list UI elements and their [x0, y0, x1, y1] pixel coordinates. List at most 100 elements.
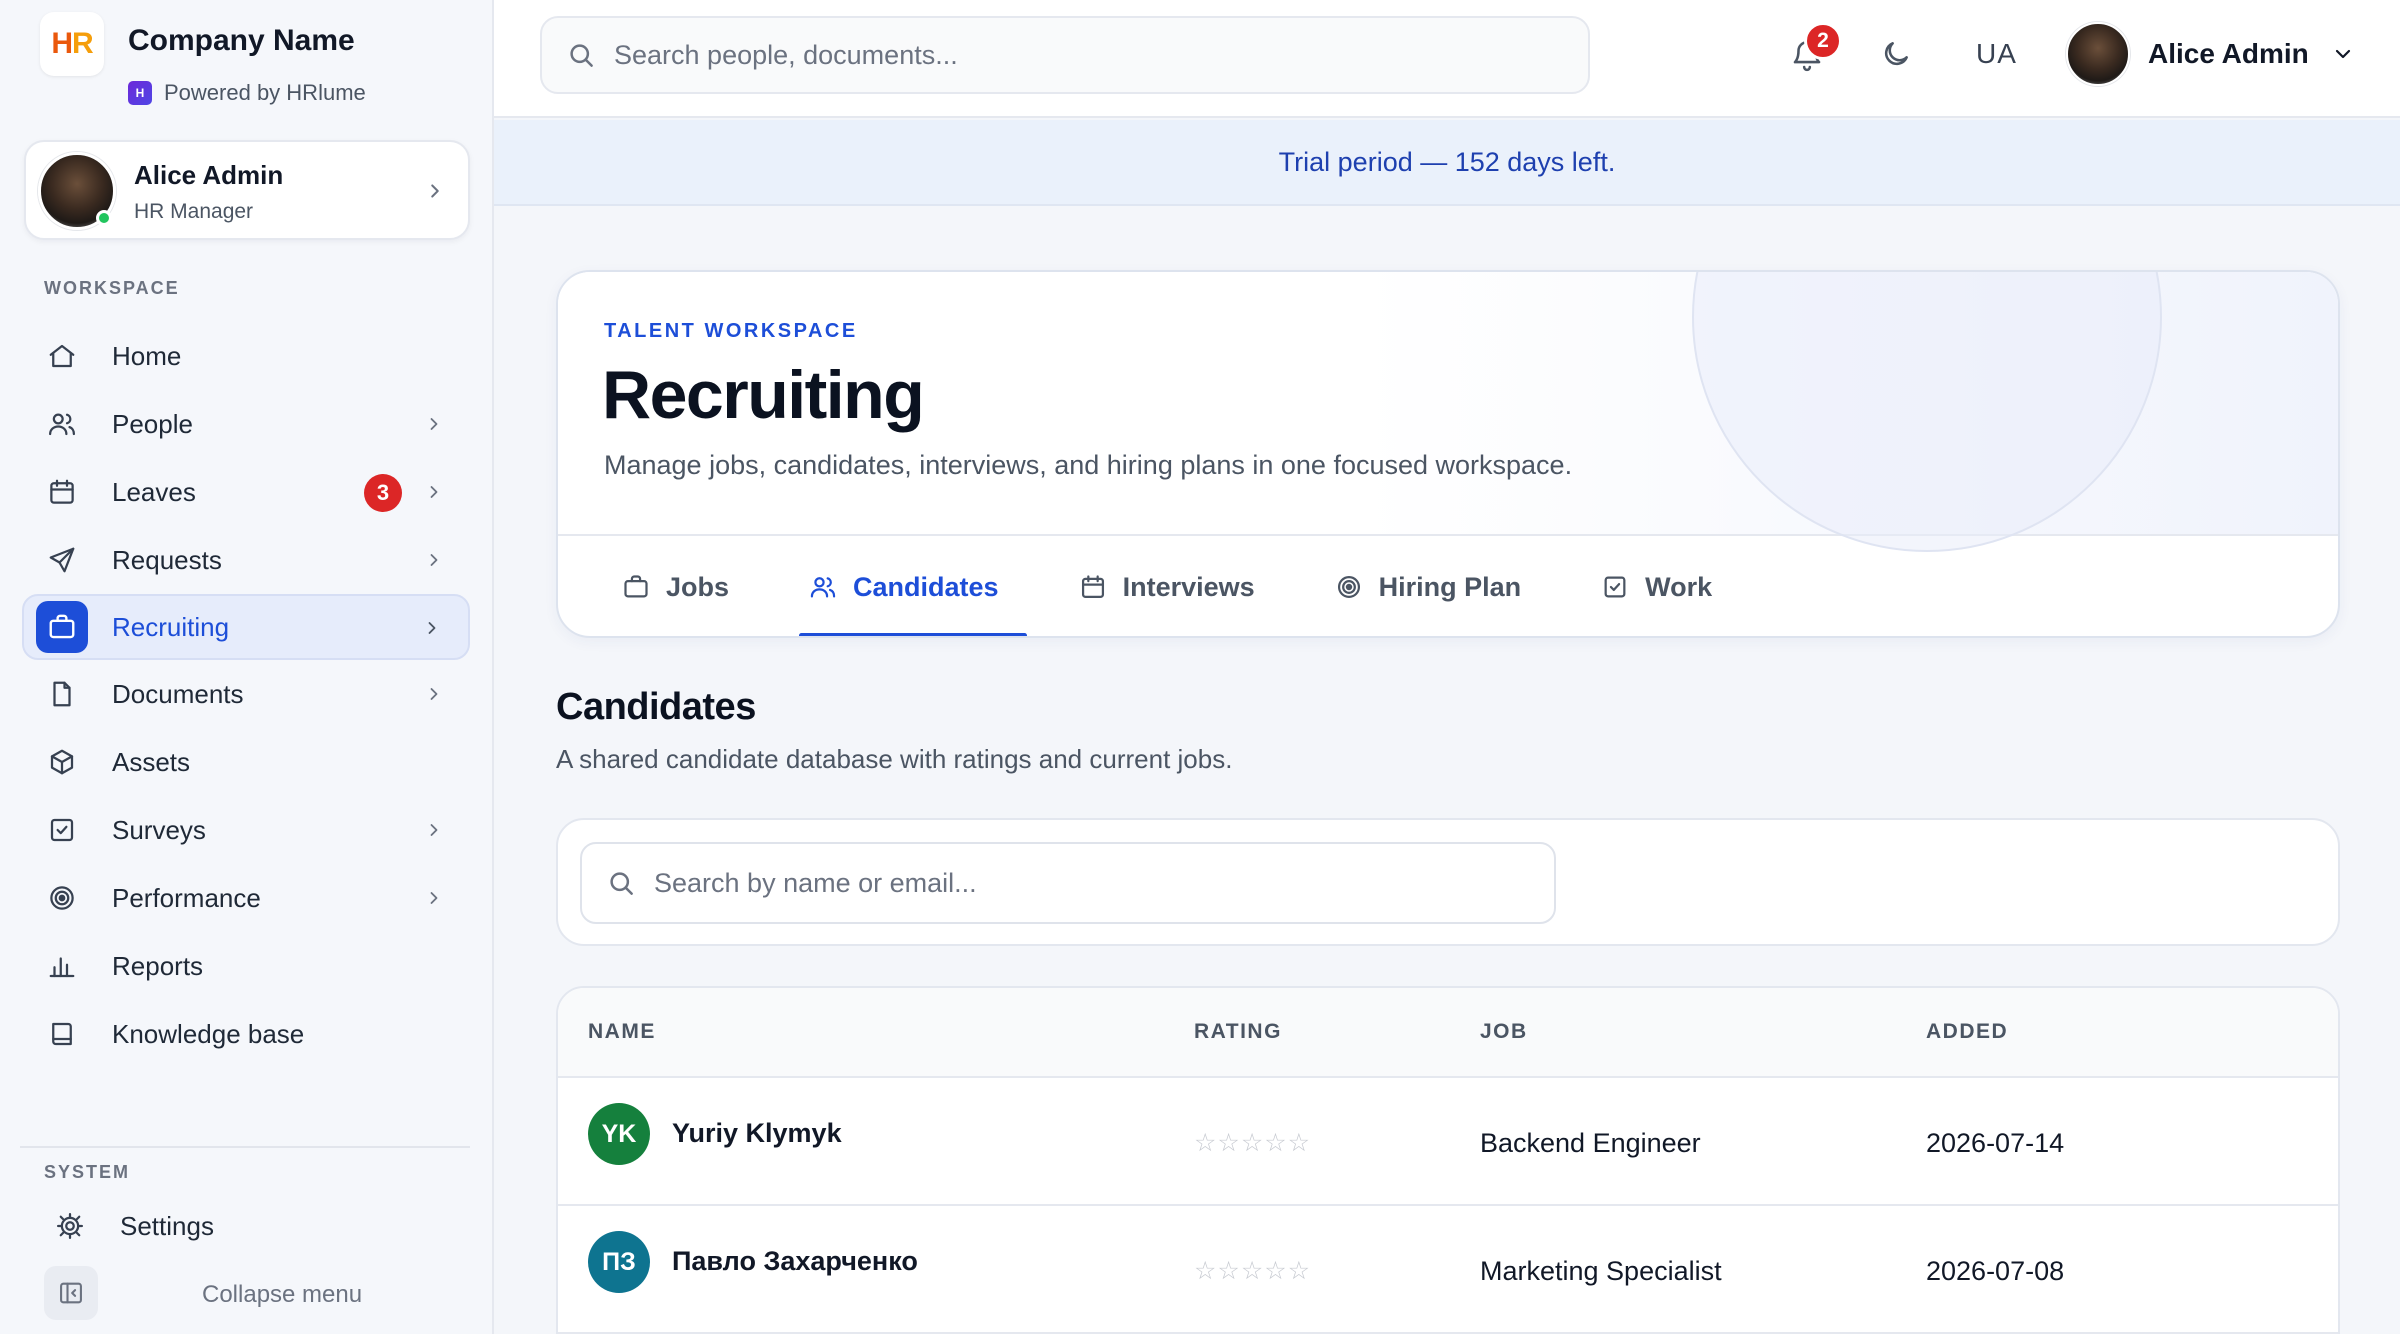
- candidate-search-input[interactable]: [654, 867, 1534, 899]
- target-icon: [36, 872, 88, 924]
- sidebar-item-recruiting[interactable]: Recruiting: [22, 594, 470, 660]
- tab-label: Interviews: [1122, 571, 1255, 602]
- hero-header: TALENT WORKSPACE Recruiting Manage jobs,…: [558, 272, 2338, 552]
- rating-stars[interactable]: ☆☆☆☆☆: [1194, 1256, 1311, 1286]
- leaves-count-badge: 3: [364, 474, 402, 512]
- sidebar-item-performance[interactable]: Performance: [24, 866, 470, 930]
- recruiting-tabs: Jobs Candidates Interviews Hiring Plan W…: [604, 536, 1764, 636]
- avatar: [2066, 22, 2130, 86]
- chevron-right-icon: [430, 418, 438, 430]
- sidebar-item-knowledge-base[interactable]: Knowledge base: [24, 1002, 470, 1066]
- column-header-name[interactable]: NAME: [588, 1020, 656, 1044]
- recruiting-hero-card: TALENT WORKSPACE Recruiting Manage jobs,…: [556, 270, 2340, 638]
- send-icon: [36, 534, 88, 586]
- candidates-table: NAME RATING JOB ADDED YK Yuriy Klymyk ☆☆…: [556, 986, 2340, 1334]
- sidebar-item-surveys[interactable]: Surveys: [24, 798, 470, 862]
- trial-banner-text: Trial period — 152 days left.: [1278, 146, 1616, 177]
- sidebar-item-settings[interactable]: Settings: [32, 1194, 478, 1258]
- top-user-name: Alice Admin: [2148, 38, 2309, 69]
- chevron-right-icon: [430, 486, 438, 498]
- chevron-right-icon: [430, 554, 438, 566]
- language-switcher[interactable]: UA: [1976, 38, 2017, 70]
- chevron-down-icon: [2335, 49, 2350, 59]
- trial-banner: Trial period — 152 days left.: [494, 120, 2400, 206]
- candidate-job: Backend Engineer: [1480, 1128, 1701, 1158]
- table-row[interactable]: YK Yuriy Klymyk ☆☆☆☆☆ Backend Engineer 2…: [558, 1078, 2338, 1206]
- column-header-job[interactable]: JOB: [1480, 1020, 1528, 1044]
- target-icon: [1337, 575, 1360, 599]
- moon-icon[interactable]: [1880, 38, 1912, 70]
- sidebar-item-label: Home: [112, 340, 182, 371]
- logo-letter-r: R: [72, 27, 94, 60]
- sidebar-item-assets[interactable]: Assets: [24, 730, 470, 794]
- decorative-circle: [1692, 272, 2162, 552]
- user-role: HR Manager: [134, 200, 254, 223]
- sidebar-item-label: Recruiting: [112, 611, 230, 642]
- sidebar-item-label: People: [112, 408, 193, 439]
- checkbox-icon: [36, 804, 88, 856]
- company-logo[interactable]: HR: [40, 12, 104, 76]
- briefcase-icon: [624, 575, 648, 598]
- chevron-right-icon: [428, 622, 436, 634]
- sidebar-item-label: Documents: [112, 678, 244, 709]
- chevron-right-icon: [430, 824, 438, 836]
- section-title: Candidates: [556, 686, 756, 728]
- candidate-added-date: 2026-07-08: [1926, 1256, 2065, 1286]
- sidebar-item-leaves[interactable]: Leaves 3: [24, 460, 470, 524]
- calendar-icon: [1081, 575, 1104, 599]
- sidebar-item-label: Leaves: [112, 476, 196, 507]
- sidebar-item-home[interactable]: Home: [24, 324, 470, 388]
- hrlume-logo-icon: H: [128, 81, 152, 105]
- sidebar: HR Company Name H Powered by HRlume Alic…: [0, 0, 494, 1334]
- candidate-name[interactable]: Павло Захарченко: [672, 1246, 918, 1277]
- candidates-filter-card: [556, 818, 2340, 946]
- user-name: Alice Admin: [134, 160, 284, 190]
- people-icon: [36, 398, 88, 450]
- page-title: Recruiting: [602, 357, 925, 433]
- sidebar-item-reports[interactable]: Reports: [24, 934, 470, 998]
- sidebar-item-label: Performance: [112, 882, 261, 913]
- tab-candidates[interactable]: Candidates: [781, 536, 1027, 636]
- sidebar-item-label: Reports: [112, 950, 204, 981]
- global-search-input[interactable]: [614, 39, 1514, 71]
- tab-label: Hiring Plan: [1378, 571, 1522, 602]
- sidebar-item-people[interactable]: People: [24, 392, 470, 456]
- sidebar-item-documents[interactable]: Documents: [24, 662, 470, 726]
- tab-label: Work: [1645, 571, 1713, 602]
- candidate-initials-avatar: ПЗ: [588, 1231, 650, 1293]
- candidate-job: Marketing Specialist: [1480, 1256, 1722, 1286]
- tab-interviews[interactable]: Interviews: [1051, 536, 1283, 636]
- column-header-added[interactable]: ADDED: [1926, 1020, 2008, 1044]
- table-row[interactable]: ПЗ Павло Захарченко ☆☆☆☆☆ Marketing Spec…: [558, 1206, 2338, 1334]
- box-icon: [36, 736, 88, 788]
- tab-label: Candidates: [853, 571, 999, 602]
- user-menu[interactable]: Alice Admin: [2066, 22, 2355, 86]
- top-bar: 2 UA Alice Admin: [494, 0, 2400, 118]
- candidate-search[interactable]: [580, 842, 1556, 924]
- brand: HR Company Name H Powered by HRlume: [40, 12, 480, 112]
- candidate-name[interactable]: Yuriy Klymyk: [672, 1118, 842, 1149]
- page-subtitle: Manage jobs, candidates, interviews, and…: [604, 450, 1573, 480]
- chevron-right-icon: [430, 892, 438, 904]
- people-icon: [810, 577, 836, 598]
- collapse-menu-label[interactable]: Collapse menu: [202, 1281, 362, 1309]
- system-section-label: SYSTEM: [44, 1162, 131, 1182]
- collapse-menu-button[interactable]: [44, 1266, 98, 1320]
- tab-jobs[interactable]: Jobs: [604, 536, 757, 636]
- tab-hiring-plan[interactable]: Hiring Plan: [1307, 536, 1550, 636]
- company-name: Company Name: [128, 24, 355, 57]
- column-header-rating[interactable]: RATING: [1194, 1020, 1282, 1044]
- rating-stars[interactable]: ☆☆☆☆☆: [1194, 1128, 1311, 1158]
- tab-work[interactable]: Work: [1573, 536, 1740, 636]
- calendar-icon: [36, 466, 88, 518]
- sidebar-item-label: Knowledge base: [112, 1018, 305, 1049]
- sidebar-item-requests[interactable]: Requests: [24, 528, 470, 592]
- chevron-right-icon: [431, 184, 439, 198]
- sidebar-item-label: Surveys: [112, 814, 206, 845]
- user-profile-card[interactable]: Alice Admin HR Manager: [24, 140, 470, 240]
- global-search[interactable]: [540, 16, 1590, 94]
- book-icon: [36, 1008, 88, 1060]
- checkbox-icon: [1604, 576, 1626, 598]
- sidebar-item-label: Assets: [112, 746, 191, 777]
- search-icon: [570, 44, 593, 67]
